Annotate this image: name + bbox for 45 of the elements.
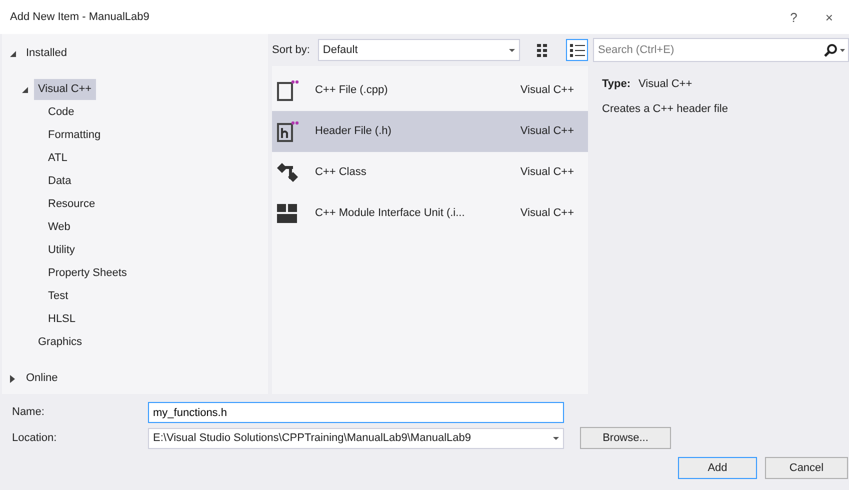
add-button[interactable]: Add xyxy=(678,457,757,479)
template-item[interactable]: Header File (.h) Visual C++ xyxy=(272,111,588,152)
name-field[interactable]: my_functions.h xyxy=(148,402,564,423)
type-value: Visual C++ xyxy=(638,78,692,90)
module-icon xyxy=(276,202,299,225)
type-label: Type: xyxy=(602,78,631,90)
cancel-button[interactable]: Cancel xyxy=(765,457,848,479)
tree-item[interactable]: Formatting xyxy=(44,125,105,146)
sort-dropdown[interactable]: Default xyxy=(318,39,520,61)
cpp-file-icon xyxy=(276,79,299,102)
tree-item[interactable]: Resource xyxy=(44,194,100,215)
template-item[interactable]: C++ Module Interface Unit (.i... Visual C++ xyxy=(272,193,588,234)
template-item[interactable]: C++ Class Visual C++ xyxy=(272,152,588,193)
tree-item[interactable]: Graphics xyxy=(34,332,86,353)
help-button[interactable]: ? xyxy=(784,10,804,24)
template-item[interactable]: C++ File (.cpp) Visual C++ xyxy=(272,70,588,111)
tree-item[interactable]: Visual C++ xyxy=(34,79,96,100)
template-description: Creates a C++ header file xyxy=(602,102,729,116)
browse-button[interactable]: Browse... xyxy=(580,427,671,449)
tree-item[interactable]: Installed xyxy=(22,43,71,64)
tree-item[interactable]: Web xyxy=(44,217,74,238)
location-dropdown[interactable]: E:\Visual Studio Solutions\CPPTraining\ManualLab9\ManualLab9 xyxy=(148,428,564,448)
sort-label: Sort by: xyxy=(272,42,310,58)
dropdown-arrow-icon xyxy=(840,48,845,52)
search-icon xyxy=(824,44,837,56)
location-label: Location: xyxy=(12,430,58,446)
tree-item[interactable]: ATL xyxy=(44,148,72,169)
header-file-icon xyxy=(276,120,299,143)
list-icon xyxy=(569,42,585,58)
tree-item[interactable]: Test xyxy=(44,286,72,307)
tree-item[interactable]: Utility xyxy=(44,240,79,261)
tree-item[interactable]: HLSL xyxy=(44,309,80,330)
dropdown-arrow-icon xyxy=(553,436,559,440)
name-label: Name: xyxy=(12,405,46,420)
search-bar[interactable]: Search (Ctrl+E) xyxy=(593,38,849,62)
tree-item[interactable]: Data xyxy=(44,171,76,192)
window-title: Add New Item - ManualLab9 xyxy=(10,10,150,25)
dropdown-arrow-icon xyxy=(509,48,515,52)
tree-item[interactable]: Code xyxy=(44,102,78,123)
search-field[interactable]: Search (Ctrl+E) xyxy=(594,42,824,58)
close-button[interactable]: × xyxy=(819,10,839,24)
list-view-button[interactable] xyxy=(566,39,588,61)
tree-item[interactable]: Property Sheets xyxy=(44,263,131,284)
class-diagram-icon xyxy=(276,161,299,184)
tree-item[interactable]: Online xyxy=(22,368,62,389)
